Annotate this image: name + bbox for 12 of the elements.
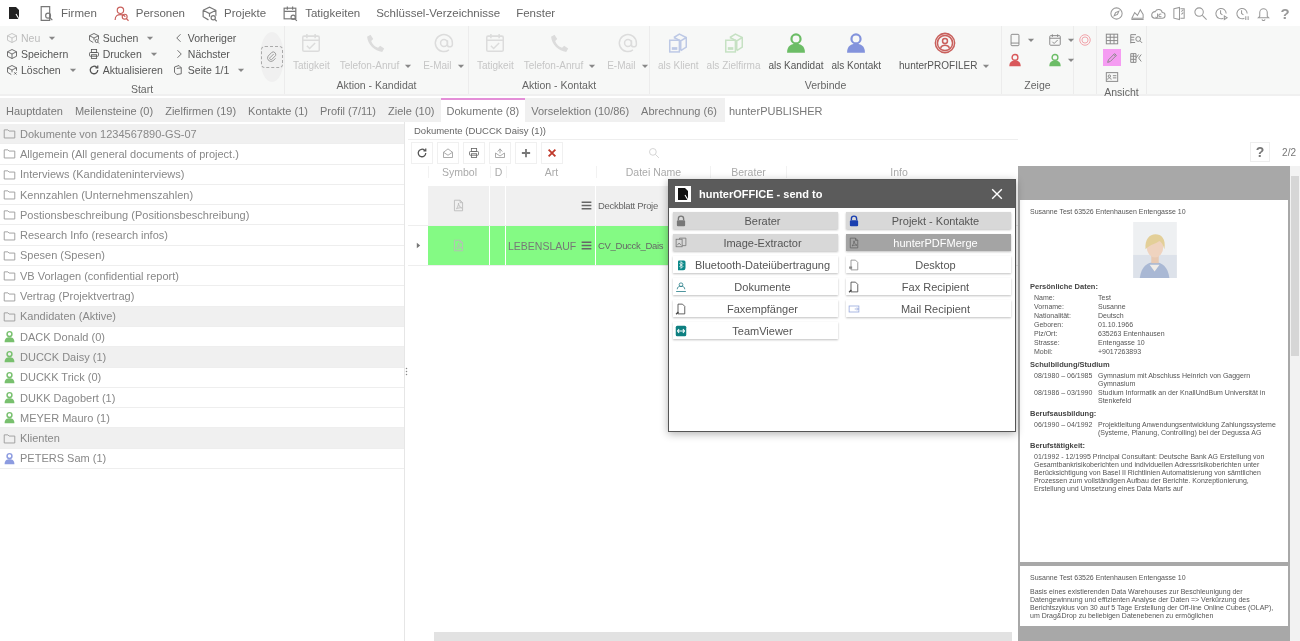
page-counter: 2/2 (1282, 146, 1296, 158)
panel-title: Dokumente (DUCCK Daisy (1)) (408, 122, 1018, 140)
table-cell: LEBENSLAUF (508, 239, 577, 252)
table-cell: Deckblatt Proje (598, 200, 658, 211)
group-label: Ansicht (1103, 85, 1140, 99)
group-label: Start (129, 82, 155, 96)
group-label: Zeige (1023, 78, 1052, 93)
group-label: Aktion - Kontakt (520, 78, 598, 93)
group-label: Verbinde (803, 78, 848, 93)
group-label: Aktion - Kandidat (335, 78, 418, 93)
table-cell: CV_Ducck_Dais (598, 240, 664, 251)
dialog-title: hunterOFFICE - send to (699, 188, 823, 200)
